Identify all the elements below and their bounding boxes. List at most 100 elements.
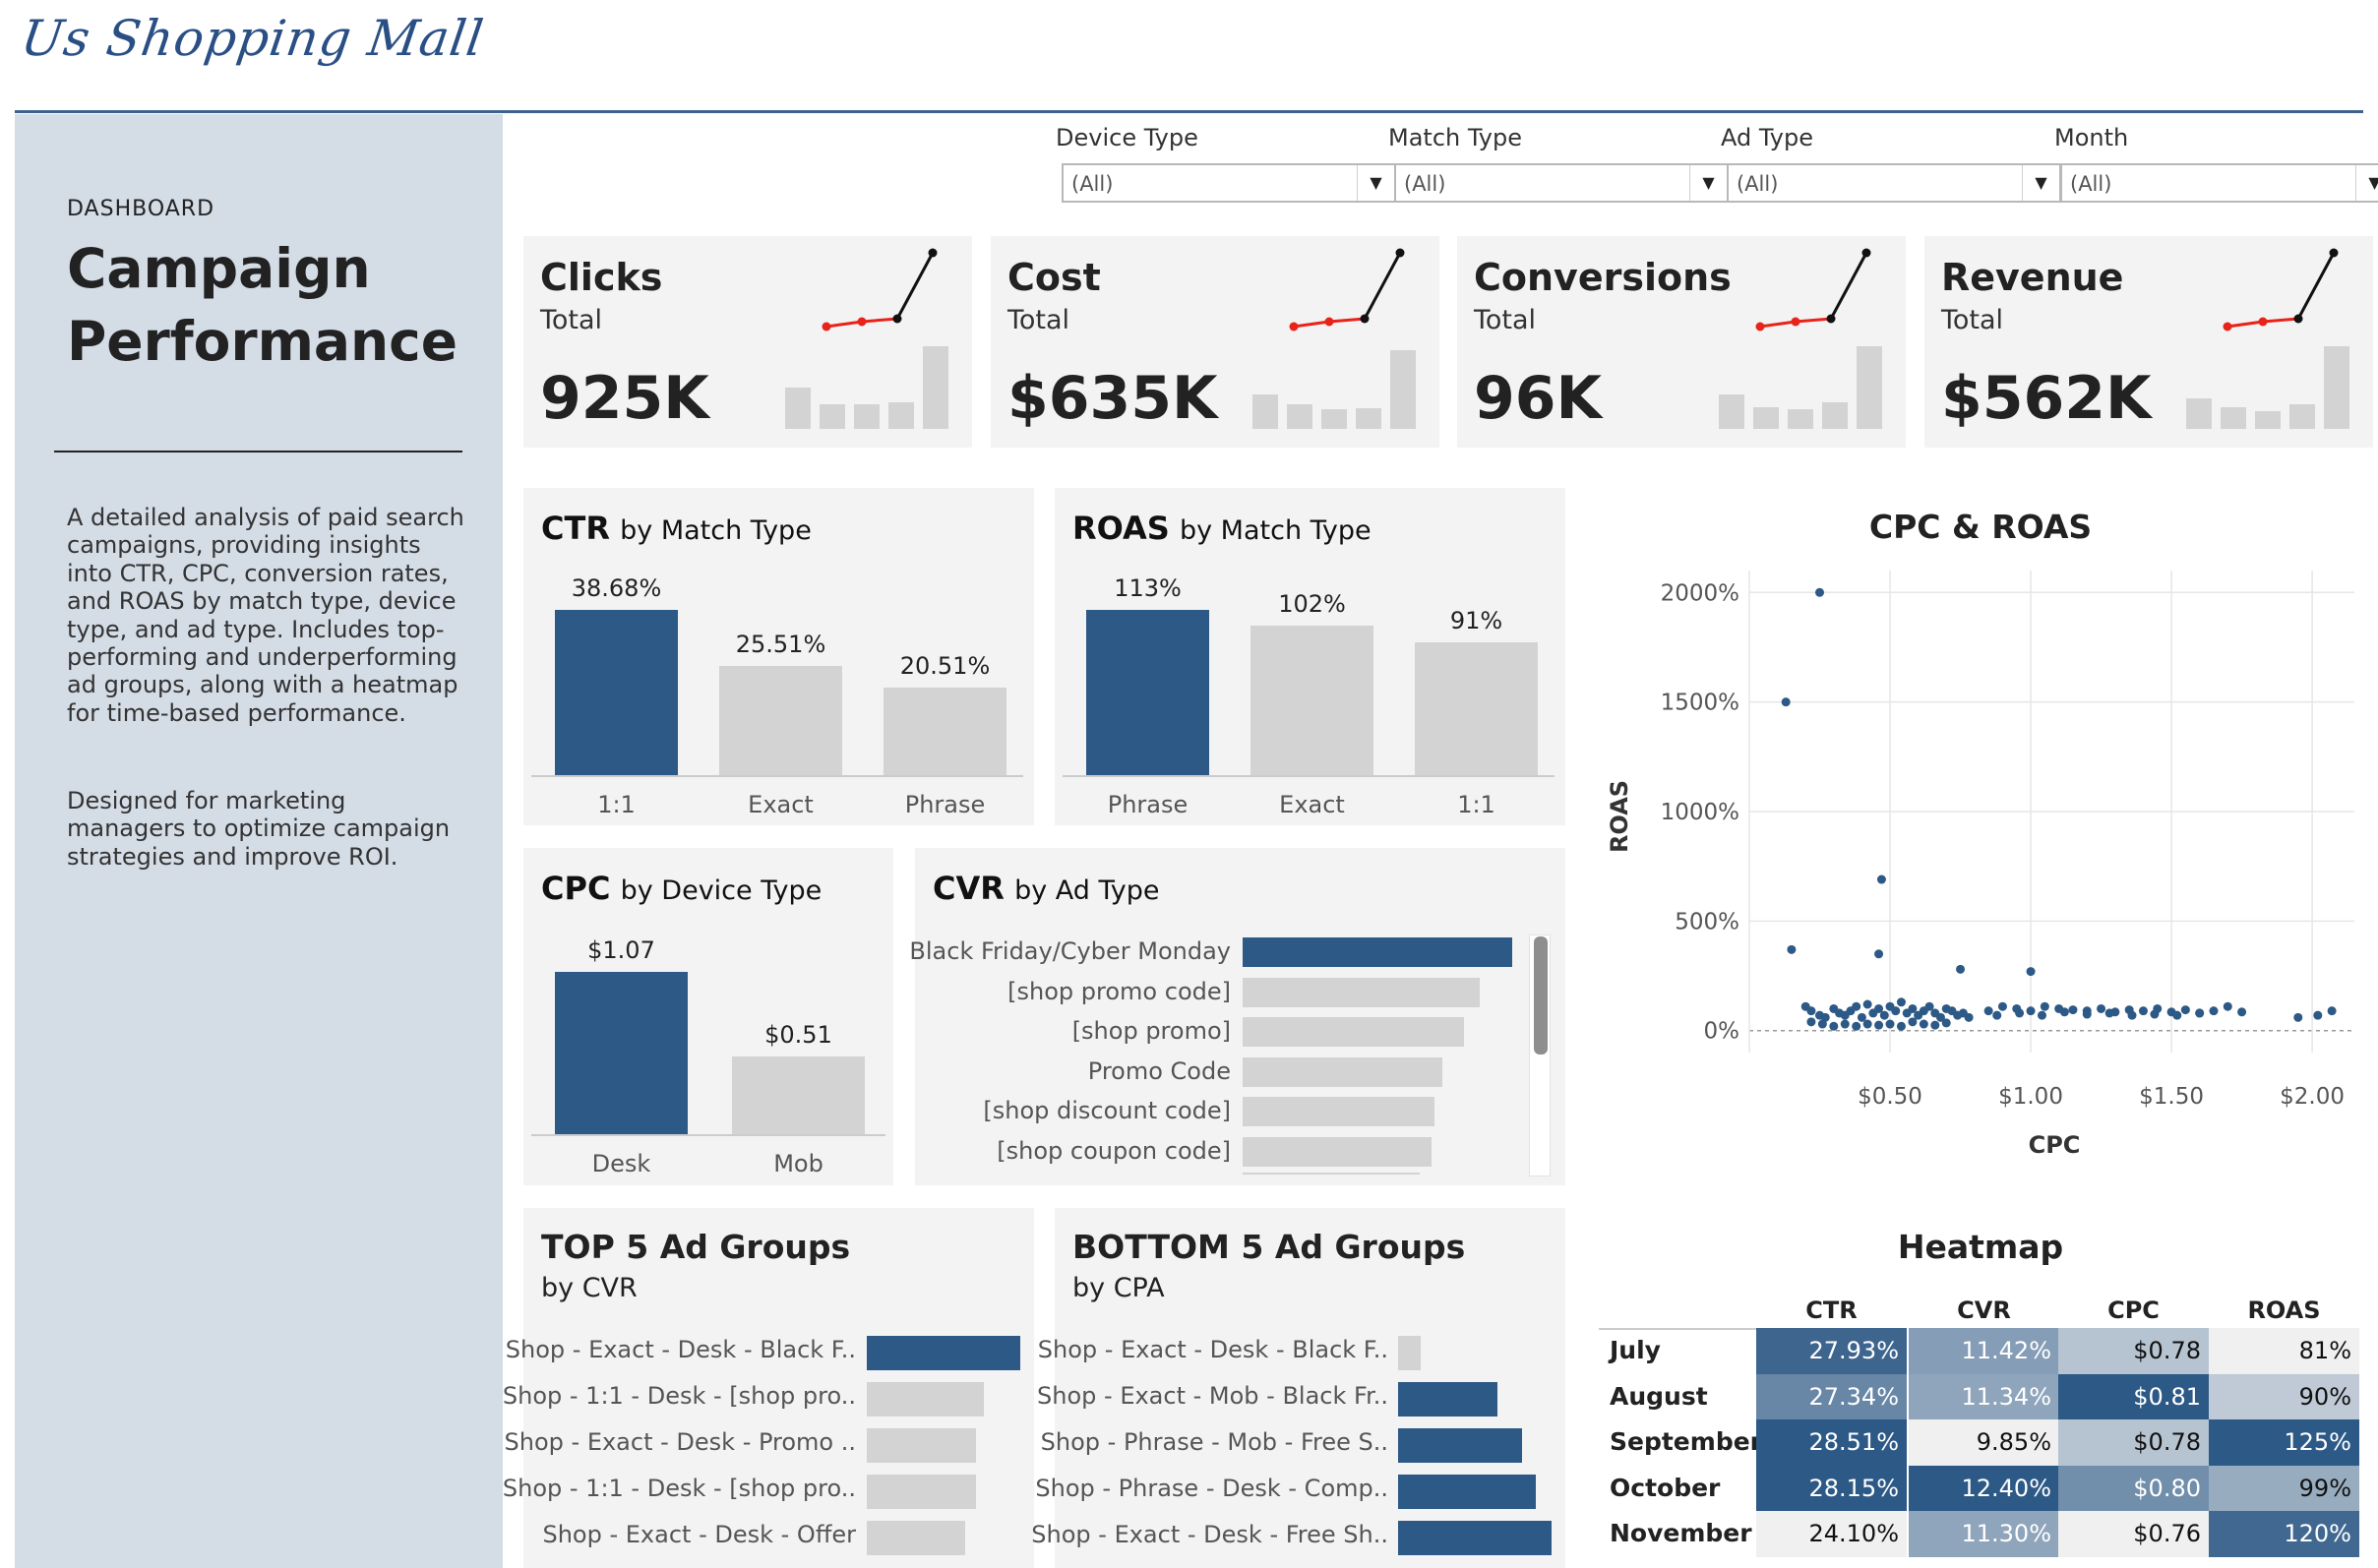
cpc-category-label: Desk	[591, 1150, 651, 1177]
cvr-row-label: Black Friday/Cyber Monday	[909, 937, 1231, 965]
cvr-title: CVR by Ad Type	[933, 870, 1160, 907]
roas-axis-line	[1063, 775, 1555, 777]
bottom5-row-label: Shop - Exact - Desk - Black F..	[1037, 1336, 1388, 1363]
kpi-conversions-spark-bar	[1788, 409, 1813, 429]
bottom5-row-label: Shop - Phrase - Mob - Free S..	[1040, 1428, 1388, 1456]
ctr-bar[interactable]	[719, 666, 842, 775]
cvr-bar[interactable]	[1243, 1097, 1434, 1126]
roas-bar[interactable]	[1086, 610, 1209, 775]
scatter-x-tick: $0.50	[1858, 1084, 1922, 1110]
filter-label-device-type: Device Type	[1056, 124, 1198, 151]
bottom5-bar[interactable]	[1398, 1382, 1498, 1417]
heatmap-cell: 11.34%	[1909, 1373, 2059, 1419]
heatmap-cell: 99%	[2209, 1465, 2359, 1511]
scatter-x-label: CPC	[2029, 1131, 2081, 1159]
sparkline-segment	[895, 252, 935, 320]
bottom5-bar[interactable]	[1398, 1521, 1552, 1555]
roas-title: ROAS by Match Type	[1072, 510, 1372, 547]
cvr-bar-clipped	[1243, 1173, 1420, 1175]
heatmap-column-header: CTR	[1805, 1297, 1858, 1324]
heatmap-title: Heatmap	[1897, 1228, 2064, 1266]
cpc-bar[interactable]	[732, 1056, 865, 1134]
scatter-point	[2015, 1008, 2025, 1018]
cpc-title: CPC by Device Type	[541, 870, 822, 907]
chevron-down-icon[interactable]: ▼	[2355, 165, 2378, 201]
ctr-bar-label: 20.51%	[899, 651, 991, 680]
cvr-row-label: Promo Code	[1087, 1056, 1231, 1085]
scatter-y-tick: 1000%	[1661, 800, 1739, 825]
scatter-point	[1874, 949, 1884, 959]
scatter-point	[2059, 1007, 2069, 1017]
filter-select-device-type[interactable]: (All) ▼	[1062, 163, 1396, 203]
cvr-bar[interactable]	[1243, 1136, 1432, 1167]
roas-bar[interactable]	[1415, 641, 1538, 775]
top5-row-label: Shop - Exact - Desk - Promo ..	[504, 1428, 856, 1456]
sparkline-segment	[1829, 252, 1868, 320]
dashboard: { "brand": {"logo_text": "Us Shopping Ma…	[0, 0, 2378, 1568]
kpi-cost-spark-bar	[1356, 408, 1381, 429]
kpi-sub-conversions: Total	[1474, 305, 1537, 335]
scatter-y-tick: 1500%	[1661, 691, 1739, 716]
top5-bar[interactable]	[867, 1475, 976, 1509]
sparkline-point	[1826, 314, 1836, 324]
filter-select-month[interactable]: (All) ▼	[2060, 163, 2378, 203]
kpi-clicks-spark-bar	[923, 346, 948, 429]
sparkline-point	[1324, 317, 1334, 327]
bottom5-bar[interactable]	[1398, 1428, 1523, 1463]
sparkline-point	[1755, 322, 1765, 332]
kpi-value-revenue: $562K	[1941, 364, 2152, 433]
heatmap-row-header-rule	[1599, 1328, 1756, 1330]
cvr-bar[interactable]	[1243, 1017, 1464, 1047]
heatmap-cell: 28.51%	[1756, 1419, 1907, 1466]
kpi-revenue-spark-bar	[2186, 398, 2212, 429]
scatter-point	[2026, 967, 2036, 977]
cvr-bar[interactable]	[1243, 977, 1481, 1007]
kpi-cost-sparkline	[1289, 248, 1405, 332]
top5-bar[interactable]	[867, 1382, 984, 1417]
kpi-cost-spark-bar	[1287, 403, 1312, 429]
heatmap-cell: 27.93%	[1756, 1328, 1907, 1374]
bottom5-bar[interactable]	[1398, 1336, 1422, 1370]
cvr-scrollbar-thumb[interactable]	[1534, 936, 1548, 1055]
chevron-down-icon[interactable]: ▼	[2022, 165, 2059, 201]
kpi-name-revenue: Revenue	[1941, 256, 2124, 299]
filter-label-ad-type: Ad Type	[1721, 124, 1813, 151]
chevron-down-icon[interactable]: ▼	[1357, 165, 1394, 201]
cpc-bar[interactable]	[555, 972, 688, 1134]
sparkline-segment	[1328, 317, 1366, 324]
top5-bar[interactable]	[867, 1521, 965, 1555]
scatter-point	[2293, 1012, 2303, 1022]
cvr-bar[interactable]	[1243, 1056, 1442, 1087]
top5-bar[interactable]	[867, 1428, 976, 1463]
filter-select-match-type[interactable]: (All) ▼	[1394, 163, 1729, 203]
sidebar-kicker: DASHBOARD	[67, 197, 215, 221]
heatmap-cell: $0.78	[2058, 1419, 2209, 1466]
roas-title-dimension: by Match Type	[1179, 515, 1372, 546]
ctr-bar[interactable]	[555, 610, 678, 775]
ctr-bar[interactable]	[884, 687, 1006, 775]
brand-logo: Us Shopping Mall	[17, 10, 488, 67]
heatmap-column-header: CVR	[1957, 1297, 2011, 1324]
scatter-point	[2313, 1010, 2323, 1020]
scatter-x-tick: $1.00	[1998, 1084, 2063, 1110]
roas-bar-label: 91%	[1449, 606, 1503, 634]
sparkline-point	[822, 322, 831, 332]
filter-select-ad-type[interactable]: (All) ▼	[1727, 163, 2061, 203]
roas-bar-label: 113%	[1114, 574, 1182, 602]
page-title: Campaign Performance	[67, 232, 457, 378]
scatter-plot: 0% 500% 1000% 1500% 2000% $0.50 $1.00 $1.50 $2.0…	[1606, 571, 2354, 1159]
cpc-bar-label: $0.51	[764, 1021, 832, 1050]
bottom5-title: BOTTOM 5 Ad Groups	[1072, 1228, 1466, 1266]
kpi-cost-spark-bar	[1390, 350, 1416, 429]
top5-bar[interactable]	[867, 1336, 1020, 1370]
cvr-bar[interactable]	[1243, 937, 1512, 967]
roas-bar[interactable]	[1250, 626, 1373, 775]
filter-value: (All)	[2070, 172, 2112, 196]
bottom5-bar[interactable]	[1398, 1475, 1537, 1509]
heatmap-row-label: August	[1610, 1381, 1708, 1411]
sparkline-segment	[861, 317, 898, 324]
sparkline-segment	[2226, 320, 2264, 329]
ctr-category-label: Exact	[748, 791, 814, 818]
chevron-down-icon[interactable]: ▼	[1689, 165, 1727, 201]
scatter-y-tick: 500%	[1675, 909, 1739, 935]
